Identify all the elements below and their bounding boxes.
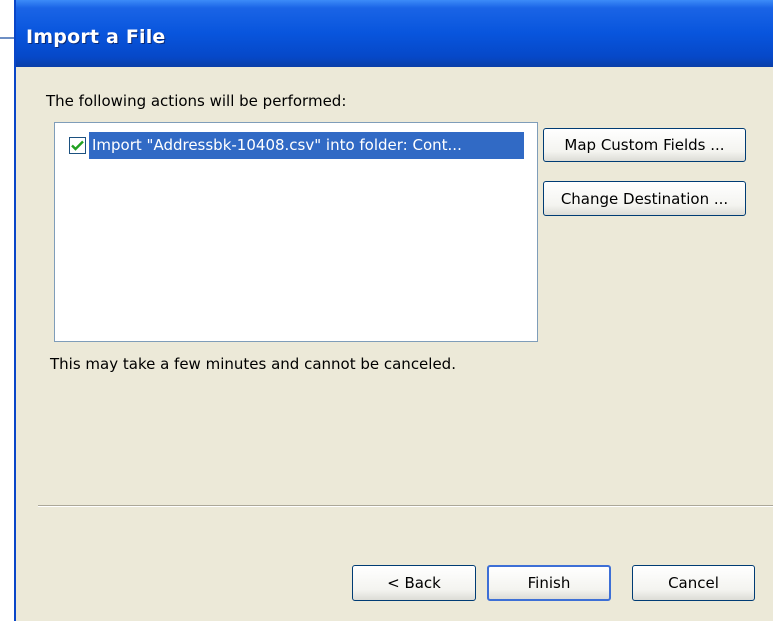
actions-listbox[interactable]: Import "Addressbk-10408.csv" into folder… [54,122,538,342]
change-destination-button[interactable]: Change Destination ... [543,181,746,216]
warning-note: This may take a few minutes and cannot b… [50,355,456,373]
background-connector-line [0,37,14,39]
divider [38,505,773,507]
import-checkbox[interactable] [69,137,86,154]
back-button[interactable]: < Back [352,565,476,601]
checkmark-icon [71,140,84,151]
cancel-button[interactable]: Cancel [632,565,755,601]
map-custom-fields-button[interactable]: Map Custom Fields ... [543,128,746,162]
import-dialog: Import a File The following actions will… [14,0,773,621]
screen: Import a File The following actions will… [0,0,773,621]
actions-label: The following actions will be performed: [46,92,347,110]
finish-button[interactable]: Finish [487,565,611,601]
list-item[interactable]: Import "Addressbk-10408.csv" into folder… [69,132,524,159]
title-bar[interactable]: Import a File [16,0,773,67]
dialog-title: Import a File [26,26,166,48]
list-item-label: Import "Addressbk-10408.csv" into folder… [89,132,524,159]
